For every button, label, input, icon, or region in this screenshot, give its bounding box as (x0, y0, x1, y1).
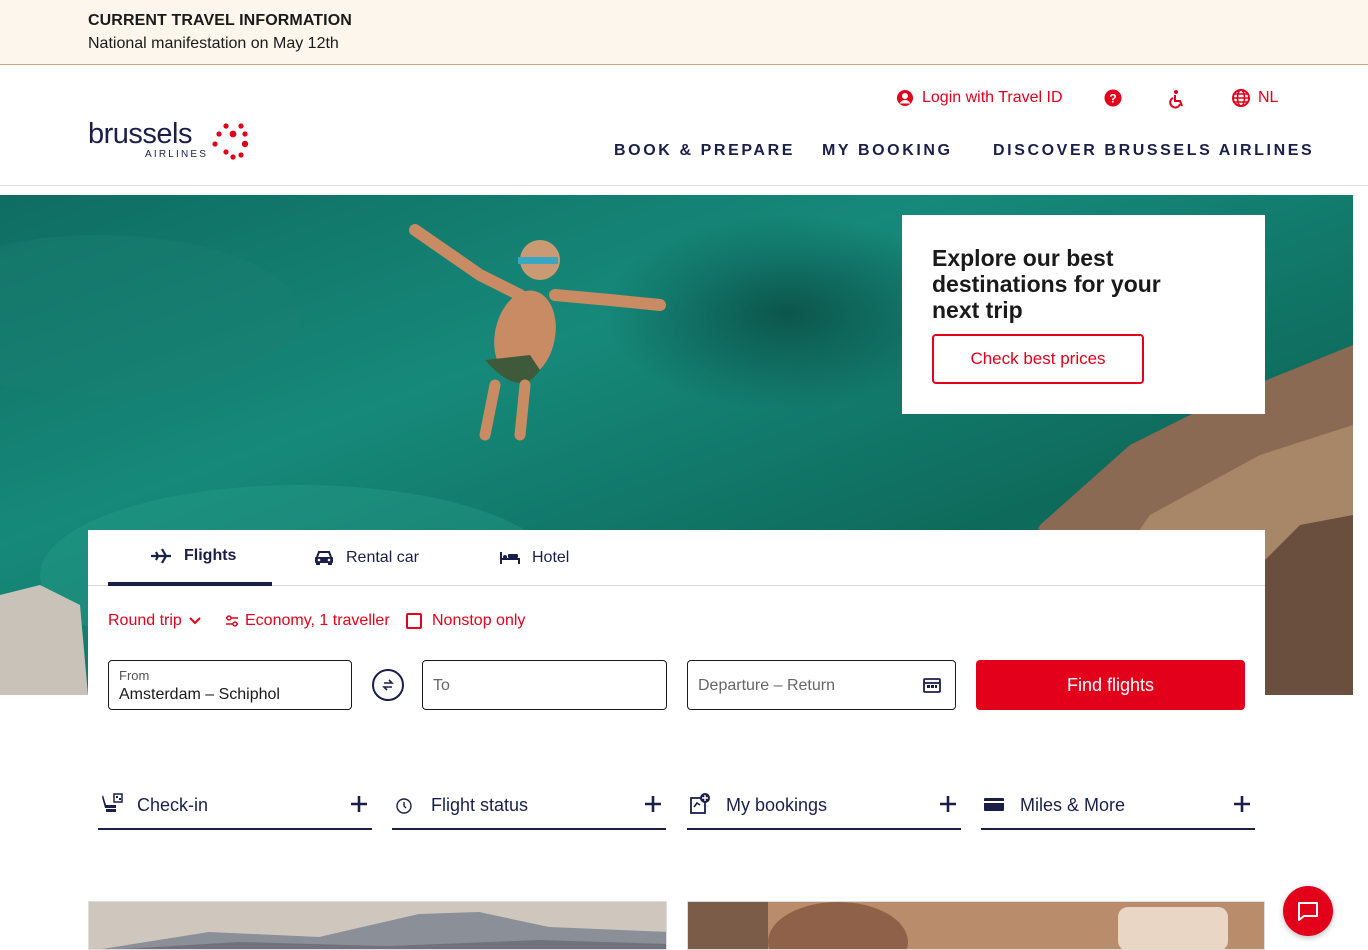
content-card-image-cabin[interactable] (687, 901, 1265, 950)
cabin-label: Economy, 1 traveller (245, 612, 390, 629)
login-link[interactable]: Login with Travel ID (896, 89, 1063, 107)
tab-flights-label: Flights (184, 547, 237, 564)
car-icon (315, 551, 333, 565)
travel-info-banner[interactable]: CURRENT TRAVEL INFORMATION National mani… (0, 0, 1368, 65)
plus-icon (645, 796, 661, 812)
chevron-down-icon (189, 617, 201, 625)
logo-dots-icon (212, 123, 249, 160)
banner-title: CURRENT TRAVEL INFORMATION (88, 12, 352, 29)
help-icon: ? (1104, 89, 1122, 107)
from-label: From (119, 668, 150, 683)
to-placeholder[interactable]: To (433, 677, 450, 695)
language-label: NL (1258, 89, 1279, 106)
booking-icon (690, 793, 710, 814)
login-label: Login with Travel ID (922, 89, 1063, 106)
nonstop-checkbox-box[interactable] (406, 613, 422, 629)
chat-icon (1298, 902, 1318, 921)
tab-hotel[interactable]: Hotel (500, 530, 569, 586)
clock-icon (396, 798, 412, 814)
globe-icon (1232, 89, 1250, 107)
booking-tabs: Flights Rental car Hotel (88, 530, 1265, 586)
banner-text[interactable]: National manifestation on May 12th (88, 35, 339, 53)
sliders-icon (226, 615, 238, 627)
to-field[interactable]: To (422, 660, 667, 710)
promo-card: Explore our best destinations for your n… (902, 215, 1265, 414)
quick-my-bookings-label: My bookings (726, 795, 828, 815)
nonstop-checkbox[interactable]: Nonstop only (406, 612, 525, 630)
nav-discover[interactable]: DISCOVER BRUSSELS AIRLINES (993, 142, 1314, 160)
check-prices-button[interactable]: Check best prices (932, 334, 1144, 384)
svg-text:?: ? (1109, 92, 1116, 106)
tab-hotel-label: Hotel (532, 549, 570, 566)
plane-icon (151, 548, 171, 564)
help-button[interactable]: ? (1104, 89, 1122, 107)
quick-flight-status[interactable]: Flight status (392, 785, 666, 830)
swap-icon (382, 679, 394, 691)
dates-field[interactable]: Departure – Return (687, 660, 956, 710)
logo-subtitle: AIRLINES (145, 149, 209, 160)
plus-icon (1234, 796, 1250, 812)
nonstop-label: Nonstop only (432, 612, 526, 629)
quick-miles-more-label: Miles & More (1020, 795, 1126, 815)
trip-type-select[interactable]: Round trip (108, 612, 202, 630)
quick-flight-status-label: Flight status (431, 795, 529, 815)
nav-book-prepare[interactable]: BOOK & PREPARE (614, 142, 795, 160)
logo-wordmark: brussels (88, 118, 193, 150)
booking-panel: Flights Rental car Hotel Round trip Econ… (88, 530, 1265, 725)
quick-checkin-label: Check-in (137, 795, 209, 815)
quick-checkin[interactable]: Check-in (98, 785, 372, 830)
chat-button[interactable] (1283, 886, 1333, 936)
calendar-icon[interactable] (923, 677, 941, 693)
user-icon (897, 90, 913, 106)
cabin-travellers-select[interactable]: Economy, 1 traveller (225, 612, 390, 630)
quick-miles-more[interactable]: Miles & More (981, 785, 1255, 830)
dates-placeholder[interactable]: Departure – Return (698, 677, 835, 695)
site-header: brussels AIRLINES Login with Travel ID ? (0, 65, 1368, 186)
find-flights-button[interactable]: Find flights (976, 660, 1245, 710)
trip-type-label: Round trip (108, 612, 182, 629)
promo-title: Explore our best destinations for your n… (932, 245, 1161, 323)
quick-my-bookings[interactable]: My bookings (687, 785, 961, 830)
from-field[interactable]: From Amsterdam – Schiphol (108, 660, 352, 710)
nav-my-booking[interactable]: MY BOOKING (822, 142, 953, 160)
wheelchair-icon (1169, 90, 1183, 109)
tab-rental-car[interactable]: Rental car (314, 530, 419, 586)
bed-icon (500, 552, 520, 564)
brussels-airlines-logo[interactable]: brussels AIRLINES (88, 118, 249, 160)
tab-flights[interactable]: Flights (108, 530, 272, 586)
seat-icon (102, 793, 123, 812)
content-card-image-mountains[interactable] (88, 901, 667, 950)
swap-button[interactable] (372, 669, 404, 701)
card-icon (984, 798, 1004, 811)
accessibility-button[interactable] (1167, 89, 1187, 109)
plus-icon (351, 796, 367, 812)
tab-rental-car-label: Rental car (346, 549, 419, 566)
from-value[interactable]: Amsterdam – Schiphol (119, 686, 280, 704)
plus-icon (940, 796, 956, 812)
language-selector[interactable]: NL (1232, 89, 1278, 107)
